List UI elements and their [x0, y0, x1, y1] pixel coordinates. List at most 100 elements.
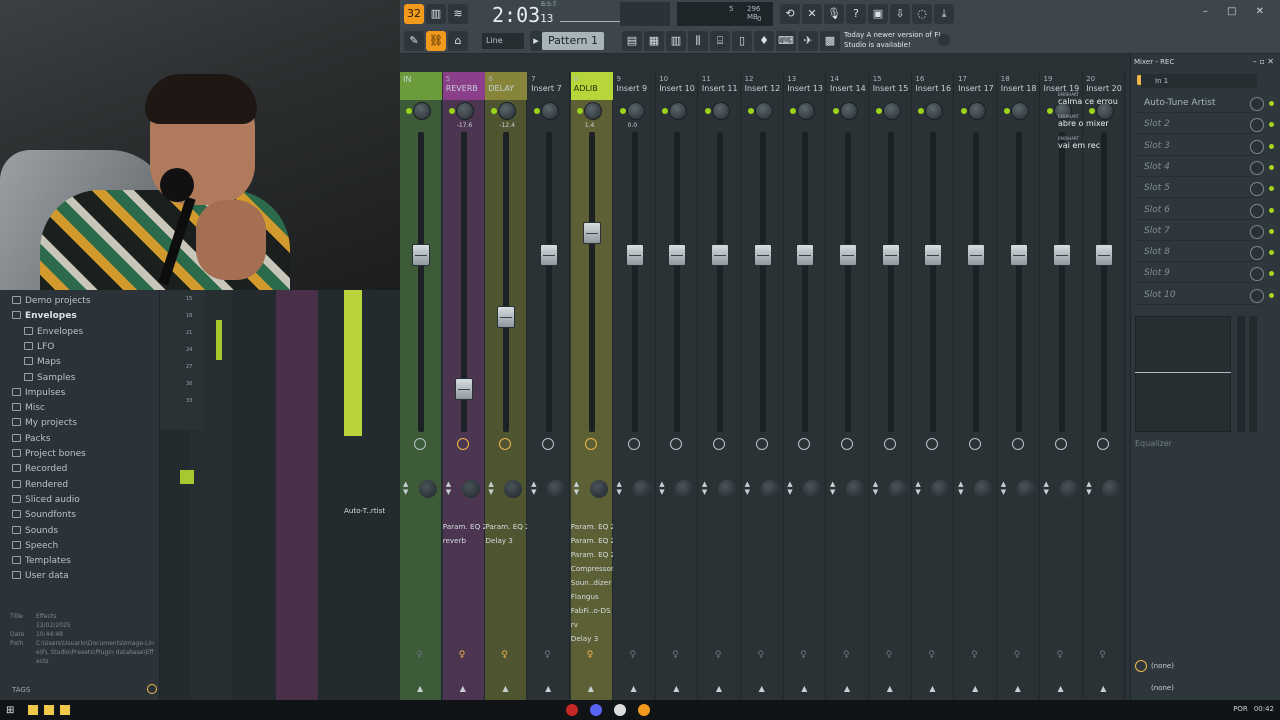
mixer-strip[interactable]: 9 Insert 9 0.0 ▲ ▼ ♀ ▲	[614, 72, 656, 700]
record-settings-icon[interactable]: ✈	[798, 31, 818, 51]
volume-fader[interactable]	[710, 244, 729, 266]
mixer-strip[interactable]: 10 Insert 10 ▲ ▼ ♀ ▲	[656, 72, 699, 700]
pan-knob[interactable]	[413, 102, 431, 120]
send-icon[interactable]: ♀	[1099, 650, 1106, 660]
mixer-strip[interactable]: 11 Insert 11 ▲ ▼ ♀ ▲	[699, 72, 741, 700]
strip-led[interactable]	[704, 108, 711, 114]
mixer-strip[interactable]: 18 Insert 18 ▲ ▼ ♀ ▲	[998, 72, 1040, 700]
browser-item[interactable]: Maps	[24, 355, 61, 369]
browser-item[interactable]: User data	[12, 569, 69, 583]
route-arrow-icon[interactable]: ▲	[502, 684, 508, 693]
stereo-arrow-icon[interactable]: ▲ ▼	[574, 480, 579, 496]
strip-header[interactable]: 18 Insert 18	[998, 72, 1040, 100]
route-toggle[interactable]	[798, 438, 811, 450]
fx-slot[interactable]: Auto-Tune Artist	[1134, 94, 1260, 113]
slot-enable-led[interactable]	[1269, 101, 1274, 106]
route-arrow-icon[interactable]: ▲	[1058, 684, 1064, 693]
strip-led[interactable]	[406, 108, 412, 114]
mixer-strip[interactable]: 14 Insert 14 ▲ ▼ ♀ ▲	[827, 72, 869, 700]
pan-knob[interactable]	[1010, 102, 1029, 120]
channel-rack-icon[interactable]: ▦	[644, 31, 664, 51]
stereo-knob[interactable]	[589, 480, 608, 498]
strip-header[interactable]: 11 Insert 11	[699, 72, 741, 100]
strip-header[interactable]: 16 Insert 16	[912, 72, 954, 100]
browser-item[interactable]: Rendered	[12, 478, 68, 492]
volume-fader[interactable]	[881, 244, 900, 266]
volume-fader[interactable]	[454, 378, 473, 401]
browser-item[interactable]: Packs	[12, 432, 50, 446]
route-arrow-icon[interactable]: ▲	[1100, 684, 1106, 693]
fx-slot[interactable]: Slot 4	[1134, 158, 1260, 177]
route-arrow-icon[interactable]: ▲	[844, 684, 850, 693]
strip-led[interactable]	[448, 108, 455, 114]
output-2[interactable]: (none)	[1151, 684, 1174, 692]
strip-header[interactable]: 14 Insert 14	[827, 72, 869, 100]
stereo-knob[interactable]	[547, 480, 566, 498]
mixer-icon[interactable]: ⫼	[688, 31, 708, 51]
strip-header[interactable]: 13 Insert 13	[784, 72, 826, 100]
fx-item[interactable]: Param. EQ 2	[443, 520, 485, 534]
pan-knob[interactable]	[626, 102, 645, 120]
volume-fader[interactable]	[625, 244, 644, 266]
slot-enable-led[interactable]	[1269, 143, 1274, 149]
route-toggle[interactable]	[1054, 438, 1067, 450]
strip-header[interactable]: 6 DELAY	[485, 72, 528, 100]
route-arrow-icon[interactable]: ▲	[929, 684, 935, 693]
mixer-strip[interactable]: 5 REVERB -17.6 ▲ ▼ Param. EQ 2 reverb ♀ ▲	[442, 72, 485, 700]
strip-header[interactable]: 12 Insert 12	[742, 72, 784, 100]
pencil-icon[interactable]: ✎	[404, 31, 424, 51]
stereo-knob[interactable]	[632, 480, 651, 498]
send-icon[interactable]: ♀	[715, 650, 722, 660]
browser-item[interactable]: Soundfonts	[12, 508, 76, 522]
volume-fader[interactable]	[1095, 244, 1114, 266]
download-icon[interactable]: ⤓	[934, 4, 954, 24]
pan-knob[interactable]	[583, 102, 602, 120]
send-icon[interactable]: ♀	[416, 650, 423, 660]
slot-mix-knob[interactable]	[1250, 139, 1264, 154]
fx-slot[interactable]: Slot 5	[1134, 179, 1260, 199]
route-arrow-icon[interactable]: ▲	[801, 684, 807, 693]
route-arrow-icon[interactable]: ▲	[887, 684, 893, 693]
pan-knob[interactable]	[498, 102, 517, 120]
strip-led[interactable]	[747, 108, 754, 114]
browser-item[interactable]: Samples	[24, 371, 75, 385]
explorer-icon[interactable]	[44, 705, 54, 715]
route-toggle[interactable]	[542, 438, 555, 450]
strip-led[interactable]	[491, 108, 498, 114]
send-icon[interactable]: ♀	[672, 650, 679, 660]
search-icon[interactable]	[147, 684, 157, 694]
strip-header[interactable]: 15 Insert 15	[870, 72, 912, 100]
stereo-knob[interactable]	[717, 480, 736, 498]
tray-clock[interactable]: 00:42	[1254, 705, 1274, 713]
browser-item[interactable]: Recorded	[12, 462, 67, 476]
pan-knob[interactable]	[925, 102, 944, 120]
route-arrow-icon[interactable]: ▲	[631, 684, 637, 693]
windows-start-icon[interactable]: ⊞	[6, 705, 14, 716]
route-toggle[interactable]	[926, 438, 939, 450]
slot-mix-knob[interactable]	[1250, 224, 1264, 239]
route-arrow-icon[interactable]: ▲	[588, 684, 594, 693]
news-icon[interactable]: ▩	[820, 31, 840, 51]
fx-item[interactable]: Delay 3	[485, 534, 527, 548]
volume-fader[interactable]	[497, 305, 516, 328]
strip-led[interactable]	[1046, 108, 1053, 114]
strip-header[interactable]: 9 Insert 9	[614, 72, 656, 100]
volume-fader[interactable]	[796, 244, 815, 266]
stereo-arrow-icon[interactable]: ▲ ▼	[659, 480, 664, 496]
plugin-picker-icon[interactable]: ♦	[754, 31, 774, 51]
stereo-knob[interactable]	[1102, 480, 1121, 498]
tray-lang[interactable]: POR	[1233, 705, 1248, 713]
fl-studio-icon[interactable]	[638, 704, 650, 716]
save-icon[interactable]: ▣	[868, 4, 888, 24]
fx-item[interactable]: FabFi..o-DS	[571, 604, 613, 618]
stereo-arrow-icon[interactable]: ▲ ▼	[617, 480, 622, 496]
mixer-strip[interactable]: 16 Insert 16 ▲ ▼ ♀ ▲	[912, 72, 955, 700]
obs-icon[interactable]	[614, 704, 626, 716]
send-icon[interactable]: ♀	[1057, 650, 1064, 660]
stereo-knob[interactable]	[760, 480, 779, 498]
route-toggle[interactable]	[712, 438, 725, 450]
fx-item[interactable]: Flangus	[571, 590, 613, 604]
plugin-icon[interactable]: ⇩	[890, 4, 910, 24]
send-icon[interactable]: ♀	[544, 650, 551, 660]
mixer-strip[interactable]: 8 ADLIB 1.4 ▲ ▼ Param. EQ 2 Param. EQ 2 Param. …	[570, 72, 613, 700]
